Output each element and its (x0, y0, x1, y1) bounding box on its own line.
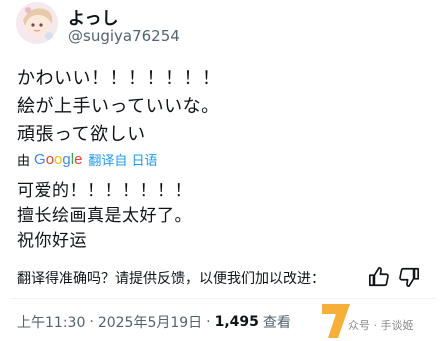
meta-separator: · (89, 314, 94, 330)
meta-separator: · (206, 314, 211, 330)
thumbs-down-icon[interactable] (398, 266, 420, 288)
translated-text-line: 可爱的！！！！！！！ (17, 181, 192, 201)
tweet-date[interactable]: 2025年5月19日 (98, 312, 202, 332)
watermark-text: 众号 · 手谈姬 (348, 319, 414, 332)
tweet-text-line: 絵が上手いっていいな。 (17, 96, 220, 117)
display-name[interactable]: よっし (68, 4, 119, 29)
tweet-text-line: 頑張って欲しい (17, 124, 146, 145)
tweet-meta: 上午11:30 · 2025年5月19日 · 1,495 查看 (17, 312, 291, 332)
translation-feedback-prompt: 翻译得准确吗？请提供反馈，以便我们加以改进： (17, 271, 325, 287)
views-count: 1,495 (214, 314, 259, 330)
translated-text-line: 祝你好运 (17, 231, 87, 251)
avatar[interactable] (16, 2, 58, 44)
translated-from-link[interactable]: 翻译自 日语 (88, 150, 157, 169)
divider (10, 298, 436, 299)
tweet-time[interactable]: 上午11:30 (17, 312, 85, 332)
google-logo: Google (34, 150, 83, 168)
avatar-illustration (16, 2, 58, 44)
tweet-text-line: かわいい！！！！！！！ (17, 68, 221, 89)
translated-by-label: 由 (17, 153, 31, 169)
thumbs-up-icon[interactable] (368, 266, 390, 288)
translation-attribution: 由 Google 翻译自 日语 (17, 150, 158, 169)
views-label: 查看 (262, 315, 291, 331)
translated-text-line: 擅长绘画真是太好了。 (17, 206, 192, 226)
user-handle[interactable]: @sugiya76254 (68, 27, 180, 45)
